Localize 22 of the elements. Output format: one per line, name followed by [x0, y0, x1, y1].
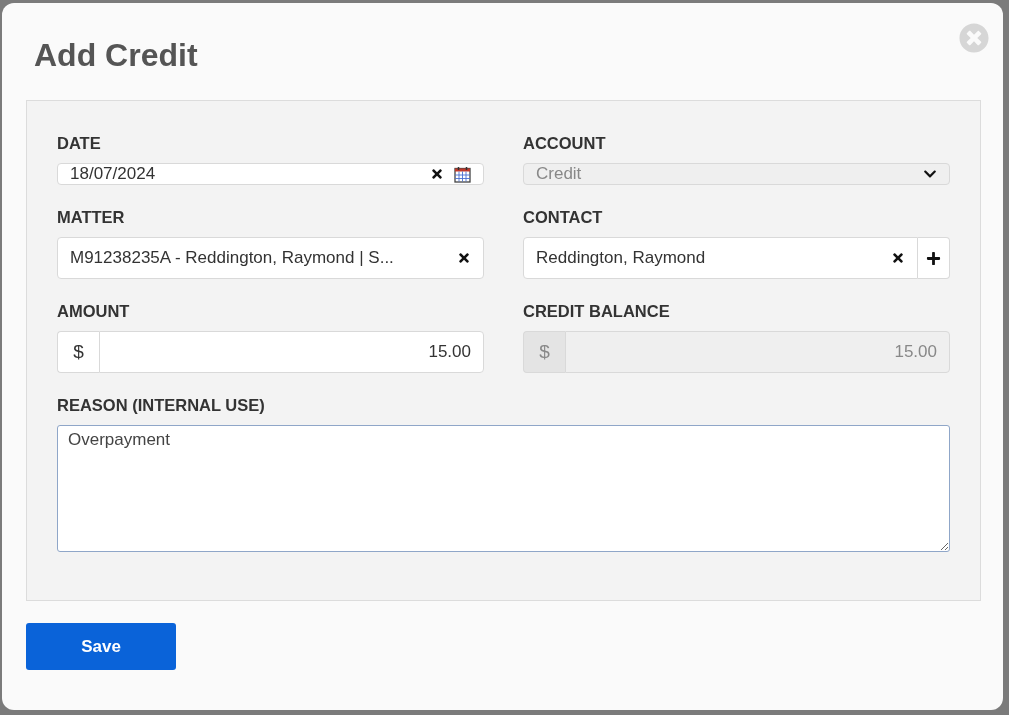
- amount-field[interactable]: 15.00: [99, 331, 484, 373]
- matter-field[interactable]: M91238235A - Reddington, Raymond | S...: [57, 237, 484, 279]
- save-button[interactable]: Save: [26, 623, 176, 670]
- reason-textarea[interactable]: Overpayment: [57, 425, 950, 552]
- add-contact-button[interactable]: [918, 237, 950, 279]
- dialog-title: Add Credit: [34, 36, 199, 75]
- currency-addon: $: [523, 331, 565, 373]
- field-label: CREDIT BALANCE: [523, 301, 671, 321]
- clear-icon[interactable]: [891, 251, 905, 265]
- field-label: CONTACT: [523, 207, 604, 227]
- plus-icon: [926, 250, 941, 266]
- field-label: ACCOUNT: [523, 133, 607, 153]
- calendar-icon[interactable]: [454, 165, 471, 183]
- clear-icon[interactable]: [430, 167, 444, 181]
- field-label: AMOUNT: [57, 301, 131, 321]
- contact-field[interactable]: Reddington, Raymond: [523, 237, 918, 279]
- field-label: MATTER: [57, 207, 126, 227]
- field-label: DATE: [57, 133, 102, 153]
- clear-icon[interactable]: [457, 251, 471, 265]
- currency-addon: $: [57, 331, 99, 373]
- date-field[interactable]: 18/07/2024: [57, 163, 484, 185]
- field-label: REASON (INTERNAL USE): [57, 395, 266, 415]
